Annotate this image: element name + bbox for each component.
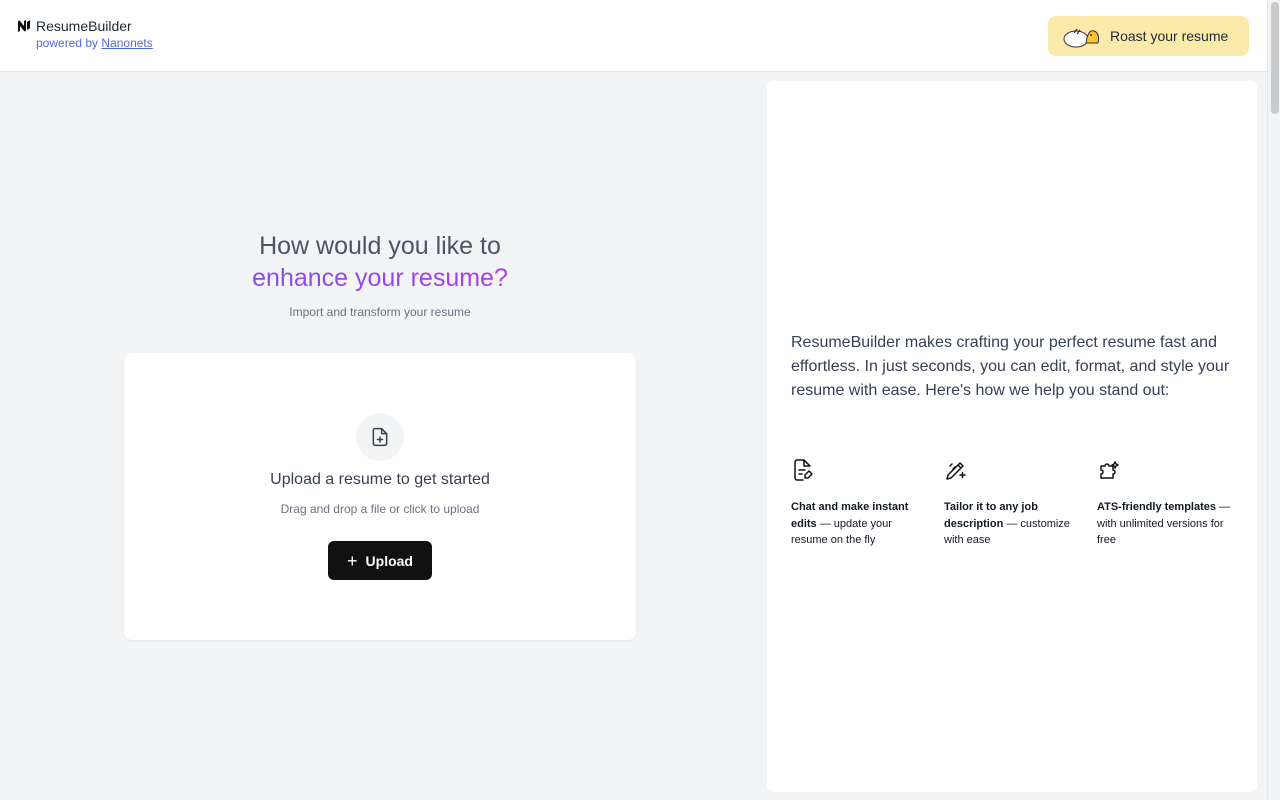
upload-subtitle: Drag and drop a file or click to upload (280, 502, 480, 516)
powered-by-prefix: powered by (36, 36, 99, 50)
feature-text: ATS-friendly templates — with unlimited … (1097, 501, 1231, 546)
upload-button-label: Upload (365, 552, 413, 569)
plus-icon: + (347, 550, 358, 571)
roast-resume-button[interactable]: Roast your resume (1048, 16, 1249, 56)
nanonets-link[interactable]: Nanonets (101, 36, 152, 50)
powered-by: powered by Nanonets (36, 36, 153, 50)
feature-item: Chat and make instant edits — update you… (791, 458, 928, 549)
upload-title: Upload a resume to get started (270, 471, 490, 488)
hero-heading-line1: How would you like to (259, 232, 501, 260)
info-intro: ResumeBuilder makes crafting your perfec… (791, 334, 1230, 399)
top-bar: ResumeBuilder powered by Nanonets Roast … (0, 0, 1267, 72)
hero-subtitle: Import and transform your resume (289, 305, 471, 319)
file-plus-icon (372, 427, 388, 447)
upload-dropzone[interactable]: Upload a resume to get started Drag and … (124, 353, 636, 640)
roast-illustration-icon (1063, 28, 1099, 48)
logo-icon (18, 20, 30, 32)
file-edit-icon (794, 459, 813, 481)
feature-text: Tailor it to any job description — custo… (944, 501, 1070, 546)
feature-item: Tailor it to any job description — custo… (944, 458, 1081, 549)
info-panel: ResumeBuilder makes crafting your perfec… (767, 81, 1257, 792)
puzzle-icon (1100, 461, 1119, 479)
page-scrollbar[interactable] (1267, 0, 1280, 800)
file-plus-icon-wrap (356, 413, 404, 461)
pencil-ruler-icon (946, 462, 966, 480)
feature-text: Chat and make instant edits — update you… (791, 501, 909, 546)
hero-heading-line2: enhance your resume? (0, 264, 760, 293)
feature-list: Chat and make instant edits — update you… (791, 458, 1241, 549)
brand-name: ResumeBuilder (36, 18, 132, 34)
feature-item: ATS-friendly templates — with unlimited … (1097, 458, 1234, 549)
upload-section: How would you like to enhance your resum… (0, 72, 760, 800)
upload-button[interactable]: + Upload (328, 541, 432, 580)
scrollbar-thumb[interactable] (1271, 2, 1279, 114)
hero-heading-accent: enhance your resume? (252, 264, 508, 292)
brand[interactable]: ResumeBuilder powered by Nanonets (16, 18, 153, 50)
roast-resume-label: Roast your resume (1110, 28, 1229, 44)
